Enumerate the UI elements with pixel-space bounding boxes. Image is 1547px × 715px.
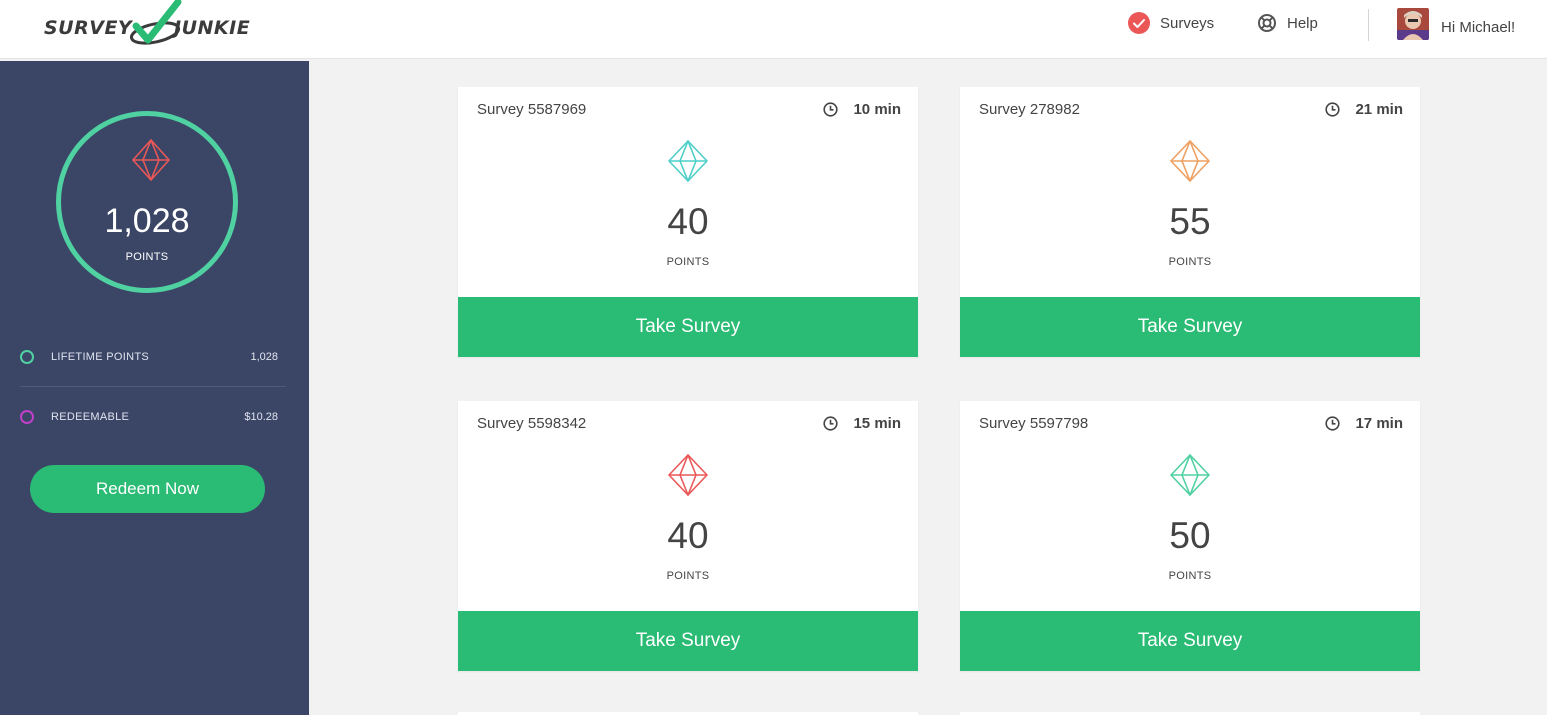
survey-duration: 15 min <box>823 415 901 432</box>
survey-duration-text: 17 min <box>1355 415 1403 432</box>
top-header: SURVEY JUNKIE Surveys Help Hi Michael! <box>0 0 1547 59</box>
survey-points: 50 <box>1169 515 1211 556</box>
survey-title: Survey 5597798 <box>979 415 1089 432</box>
diamond-icon <box>1169 139 1211 188</box>
survey-card: Survey 5598342 15 min 40 POINTS Take Sur… <box>458 401 918 671</box>
redeemable-row: REDEEMABLE $10.28 <box>20 406 286 428</box>
redeem-now-button[interactable]: Redeem Now <box>30 465 265 513</box>
points-total: 1,028 <box>104 202 190 240</box>
survey-duration-text: 10 min <box>853 101 901 118</box>
redeemable-dot-icon <box>20 410 34 424</box>
survey-points-label: POINTS <box>666 256 710 268</box>
take-survey-button[interactable]: Take Survey <box>458 611 918 671</box>
header-divider <box>1368 9 1369 41</box>
survey-card: Survey 278982 21 min 55 POINTS Take Surv… <box>960 87 1420 357</box>
page-scrollbar[interactable] <box>1537 59 1547 715</box>
lifetime-points-value: 1,028 <box>250 351 278 363</box>
diamond-icon <box>131 138 171 187</box>
nav-help-link[interactable]: Help <box>1257 12 1318 34</box>
user-menu[interactable]: Hi Michael! <box>1397 8 1515 40</box>
survey-card: Survey 5597798 17 min 50 POINTS Take Sur… <box>960 401 1420 671</box>
lifetime-points-row: LIFETIME POINTS 1,028 <box>20 346 286 368</box>
lifetime-points-label: LIFETIME POINTS <box>51 351 150 363</box>
user-avatar[interactable] <box>1397 8 1429 40</box>
points-total-label: POINTS <box>125 251 169 263</box>
survey-points-label: POINTS <box>1168 570 1212 582</box>
lifetime-dot-icon <box>20 350 34 364</box>
survey-title: Survey 5587969 <box>477 101 587 118</box>
lifebuoy-icon <box>1257 13 1277 33</box>
clock-icon <box>823 416 839 431</box>
survey-points-label: POINTS <box>666 570 710 582</box>
redeemable-label: REDEEMABLE <box>51 411 130 423</box>
survey-points: 55 <box>1169 201 1211 242</box>
nav-surveys-label: Surveys <box>1160 14 1215 32</box>
survey-junkie-logo[interactable]: SURVEY JUNKIE <box>44 0 254 48</box>
points-ring: 1,028 POINTS <box>56 111 238 293</box>
survey-title: Survey 278982 <box>979 101 1080 118</box>
take-survey-button[interactable]: Take Survey <box>458 297 918 357</box>
clock-icon <box>1325 416 1341 431</box>
logo-text-left: SURVEY <box>44 17 133 39</box>
clock-icon <box>823 102 839 117</box>
diamond-icon <box>667 453 709 502</box>
redeemable-value: $10.28 <box>244 411 278 423</box>
user-greeting: Hi Michael! <box>1441 18 1516 36</box>
logo-text-right: JUNKIE <box>174 17 251 39</box>
diamond-icon <box>1169 453 1211 502</box>
stats-divider <box>20 386 286 387</box>
diamond-icon <box>667 139 709 188</box>
survey-duration: 17 min <box>1325 415 1403 432</box>
survey-points: 40 <box>667 515 709 556</box>
survey-points-label: POINTS <box>1168 256 1212 268</box>
nav-help-label: Help <box>1287 14 1318 32</box>
survey-points: 40 <box>667 201 709 242</box>
clock-icon <box>1325 102 1341 117</box>
survey-duration-text: 15 min <box>853 415 901 432</box>
points-sidebar: 1,028 POINTS LIFETIME POINTS 1,028 REDEE… <box>0 61 309 715</box>
nav-surveys-link[interactable]: Surveys <box>1128 12 1214 34</box>
survey-title: Survey 5598342 <box>477 415 587 432</box>
surveys-check-icon <box>1128 12 1150 34</box>
survey-duration: 21 min <box>1325 101 1403 118</box>
survey-duration-text: 21 min <box>1355 101 1403 118</box>
take-survey-button[interactable]: Take Survey <box>960 297 1420 357</box>
survey-duration: 10 min <box>823 101 901 118</box>
survey-card: Survey 5587969 10 min 40 POINTS Take Sur… <box>458 87 918 357</box>
take-survey-button[interactable]: Take Survey <box>960 611 1420 671</box>
